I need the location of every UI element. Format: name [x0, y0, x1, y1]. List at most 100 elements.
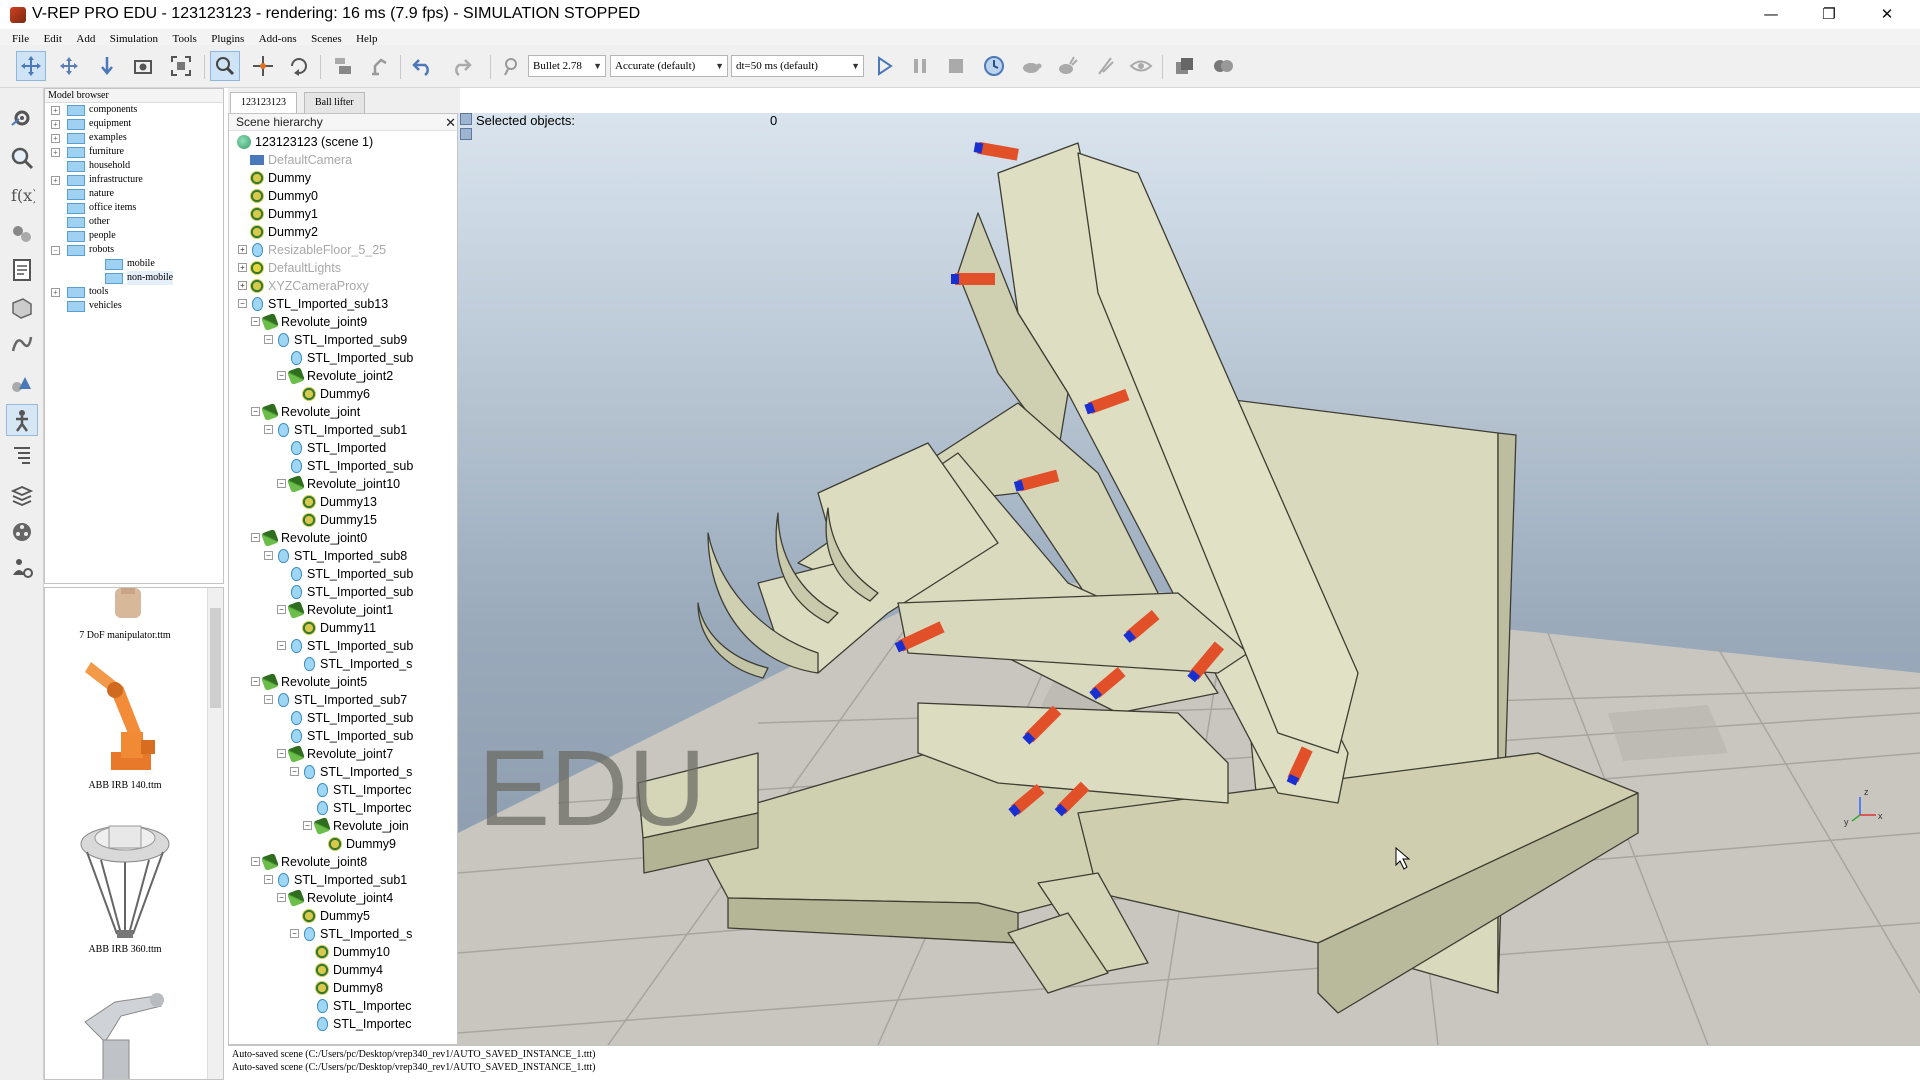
collapse-icon[interactable]: −	[251, 677, 260, 686]
collapse-icon[interactable]: −	[264, 695, 273, 704]
collapse-icon[interactable]: −	[251, 407, 260, 416]
hierarchy-row[interactable]: STL_Imported_sub	[229, 727, 457, 745]
collapse-icon[interactable]: −	[238, 299, 247, 308]
scrollbar-thumb[interactable]	[210, 608, 221, 708]
dynamics-toggle-button[interactable]	[496, 51, 526, 81]
collapse-icon[interactable]: −	[251, 533, 260, 542]
expand-icon[interactable]: +	[238, 245, 247, 254]
hierarchy-row[interactable]: Dummy8	[229, 979, 457, 997]
threaded-rendering-button[interactable]	[1090, 51, 1120, 81]
hierarchy-row[interactable]: − STL_Imported_sub	[229, 637, 457, 655]
model-folder-item[interactable]: − robots	[45, 243, 223, 257]
expand-icon[interactable]: +	[51, 106, 60, 115]
object-shift-button[interactable]	[248, 51, 278, 81]
viewport-toggle-button[interactable]	[460, 113, 472, 125]
expand-icon[interactable]: +	[51, 148, 60, 157]
hierarchy-row[interactable]: STL_Imported_sub	[229, 583, 457, 601]
hierarchy-row[interactable]: + DefaultLights	[229, 259, 457, 277]
fit-to-view-button[interactable]	[166, 51, 196, 81]
collapse-icon[interactable]: −	[277, 605, 286, 614]
hierarchy-row[interactable]: STL_Importec	[229, 781, 457, 799]
hierarchy-row[interactable]: Dummy6	[229, 385, 457, 403]
hierarchy-row[interactable]: − Revolute_joint2	[229, 367, 457, 385]
hierarchy-row[interactable]: + ResizableFloor_5_25	[229, 241, 457, 259]
expand-icon[interactable]: +	[238, 263, 247, 272]
hierarchy-row[interactable]: Dummy4	[229, 961, 457, 979]
hierarchy-row[interactable]: Dummy0	[229, 187, 457, 205]
layers-button[interactable]	[6, 480, 38, 512]
model-folder-item[interactable]: non-mobile	[45, 271, 223, 285]
maximize-button[interactable]: ❐	[1800, 0, 1858, 29]
collections-button[interactable]	[6, 218, 38, 250]
hierarchy-row[interactable]: STL_Imported_s	[229, 655, 457, 673]
slower-button[interactable]	[1016, 51, 1046, 81]
hierarchy-row[interactable]: Dummy1	[229, 205, 457, 223]
model-folder-item[interactable]: + equipment	[45, 117, 223, 131]
camera-angle-button[interactable]	[128, 51, 158, 81]
tab-scene-123123123[interactable]: 123123123	[230, 92, 297, 114]
pause-simulation-button[interactable]	[905, 51, 935, 81]
dynamics-accuracy-select[interactable]: Accurate (default) ▼	[610, 55, 728, 77]
collapse-icon[interactable]: −	[264, 425, 273, 434]
hierarchy-row[interactable]: − Revolute_join	[229, 817, 457, 835]
hierarchy-row[interactable]: − STL_Imported_s	[229, 925, 457, 943]
hierarchy-row[interactable]: − Revolute_joint5	[229, 673, 457, 691]
scene-hierarchy-toggle-button[interactable]	[6, 440, 38, 472]
collapse-icon[interactable]: −	[277, 749, 286, 758]
redo-button[interactable]	[446, 51, 476, 81]
hierarchy-row[interactable]: − Revolute_joint0	[229, 529, 457, 547]
collapse-icon[interactable]: −	[264, 335, 273, 344]
video-recorder-button[interactable]	[6, 516, 38, 548]
minimize-button[interactable]: —	[1742, 0, 1800, 29]
hierarchy-row[interactable]: STL_Importec	[229, 1015, 457, 1033]
hierarchy-row[interactable]: − STL_Imported_sub8	[229, 547, 457, 565]
realtime-button[interactable]	[979, 51, 1009, 81]
assemble-button[interactable]	[328, 51, 358, 81]
expand-icon[interactable]: +	[51, 120, 60, 129]
hierarchy-row[interactable]: STL_Importec	[229, 799, 457, 817]
calculation-modules-button[interactable]: f(x)	[6, 178, 38, 210]
scripts-button[interactable]	[6, 254, 38, 286]
expand-icon[interactable]: +	[51, 176, 60, 185]
model-folder-item[interactable]: other	[45, 215, 223, 229]
expand-icon[interactable]: +	[238, 281, 247, 290]
hierarchy-row[interactable]: Dummy10	[229, 943, 457, 961]
hierarchy-row[interactable]: − Revolute_joint9	[229, 313, 457, 331]
hierarchy-row[interactable]: STL_Imported_sub	[229, 565, 457, 583]
undo-button[interactable]	[408, 51, 438, 81]
camera-rotate-button[interactable]	[54, 51, 84, 81]
model-folder-item[interactable]: + components	[45, 103, 223, 117]
hierarchy-row[interactable]: Dummy	[229, 169, 457, 187]
model-folder-item[interactable]: mobile	[45, 257, 223, 271]
camera-pan-button[interactable]	[16, 51, 46, 81]
collapse-icon[interactable]: −	[51, 246, 60, 255]
thumbnails-scrollbar[interactable]	[207, 588, 223, 1079]
hierarchy-row[interactable]: − Revolute_joint10	[229, 475, 457, 493]
collapse-icon[interactable]: −	[251, 857, 260, 866]
hierarchy-row[interactable]: − Revolute_joint8	[229, 853, 457, 871]
collapse-icon[interactable]: −	[277, 479, 286, 488]
stop-simulation-button[interactable]	[941, 51, 971, 81]
visualization-toggle-button[interactable]	[1126, 51, 1156, 81]
viewport-toggle-button-2[interactable]	[460, 128, 472, 140]
model-thumbnail-abb-irb-360[interactable]: ABB IRB 360.ttm	[45, 816, 205, 976]
scene-3d-render[interactable]: EDU z x y	[458, 113, 1920, 1045]
hierarchy-row[interactable]: STL_Imported_sub	[229, 349, 457, 367]
hierarchy-row[interactable]: Dummy13	[229, 493, 457, 511]
selection-button[interactable]	[6, 368, 38, 400]
page-selector-button[interactable]	[1208, 51, 1238, 81]
hierarchy-row[interactable]: − Revolute_joint7	[229, 745, 457, 763]
hierarchy-row[interactable]: Dummy11	[229, 619, 457, 637]
hierarchy-row[interactable]: − STL_Imported_sub13	[229, 295, 457, 313]
expand-icon[interactable]: +	[51, 288, 60, 297]
hierarchy-row[interactable]: Dummy15	[229, 511, 457, 529]
hierarchy-row[interactable]: + XYZCameraProxy	[229, 277, 457, 295]
model-folder-item[interactable]: + tools	[45, 285, 223, 299]
collapse-icon[interactable]: −	[264, 875, 273, 884]
tab-ball-lifter[interactable]: Ball lifter	[304, 92, 365, 114]
collapse-icon[interactable]: −	[277, 893, 286, 902]
collapse-icon[interactable]: −	[277, 641, 286, 650]
user-settings-button[interactable]	[6, 552, 38, 584]
object-rotate-button[interactable]	[284, 51, 314, 81]
hierarchy-row[interactable]: Dummy5	[229, 907, 457, 925]
